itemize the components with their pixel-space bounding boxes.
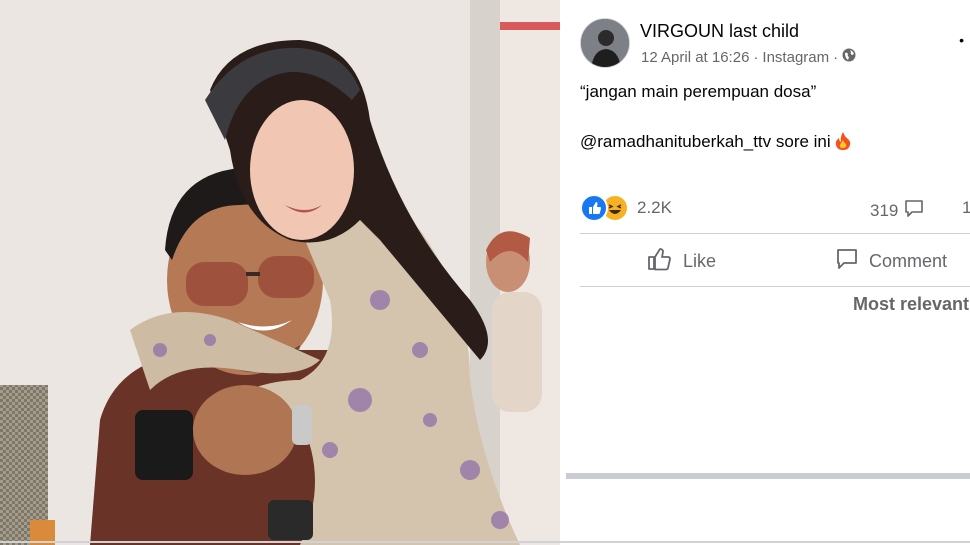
comment-button[interactable]: Comment [835, 238, 947, 284]
divider-bottom [580, 286, 970, 287]
comments-count-value: 319 [870, 200, 899, 220]
bottom-border [0, 541, 970, 543]
post-caption: “jangan main perempuan dosa” @ramadhanit… [580, 80, 960, 180]
post-header: VIRGOUN last child 12 April at 16:26 · I… [580, 18, 964, 70]
comments-count[interactable]: 319 [870, 198, 924, 223]
globe-icon [842, 48, 856, 66]
shares-count[interactable]: 197 [962, 198, 970, 218]
thumbs-up-icon [647, 247, 673, 276]
post-panel: VIRGOUN last child 12 April at 16:26 · I… [560, 0, 970, 545]
meta-separator: · [753, 48, 759, 66]
meta-separator-2: · [833, 48, 839, 66]
post-source: Instagram [762, 48, 830, 66]
comments-sort-dropdown[interactable]: Most relevant [853, 294, 969, 315]
author-avatar[interactable] [580, 18, 630, 68]
fire-emoji-icon [835, 132, 851, 150]
post-date[interactable]: 12 April at 16:26 [641, 49, 749, 66]
reactions-summary[interactable]: 2.2K [580, 194, 672, 222]
post-meta: 12 April at 16:26 · Instagram · [641, 48, 856, 66]
post-photo[interactable] [0, 0, 560, 545]
author-name[interactable]: VIRGOUN last child [640, 21, 799, 42]
caption-mention[interactable]: @ramadhanituberkah_ttv sore ini [580, 132, 831, 151]
post-stats: 2.2K 319 197 [580, 192, 970, 222]
more-options-icon[interactable]: • [959, 32, 964, 48]
caption-quote: “jangan main perempuan dosa” [580, 82, 817, 101]
comment-label: Comment [869, 250, 948, 271]
like-reaction-icon [580, 194, 608, 222]
panel-scroll-bar [566, 473, 970, 479]
post-actions: Like Comment [580, 238, 970, 284]
like-button[interactable]: Like [647, 238, 716, 284]
reactions-count: 2.2K [637, 198, 672, 217]
like-label: Like [683, 250, 717, 271]
comment-icon [835, 247, 859, 276]
caption-mention-line: @ramadhanituberkah_ttv sore ini [580, 130, 960, 154]
divider-top [580, 233, 970, 234]
comment-bubble-icon [904, 198, 924, 223]
